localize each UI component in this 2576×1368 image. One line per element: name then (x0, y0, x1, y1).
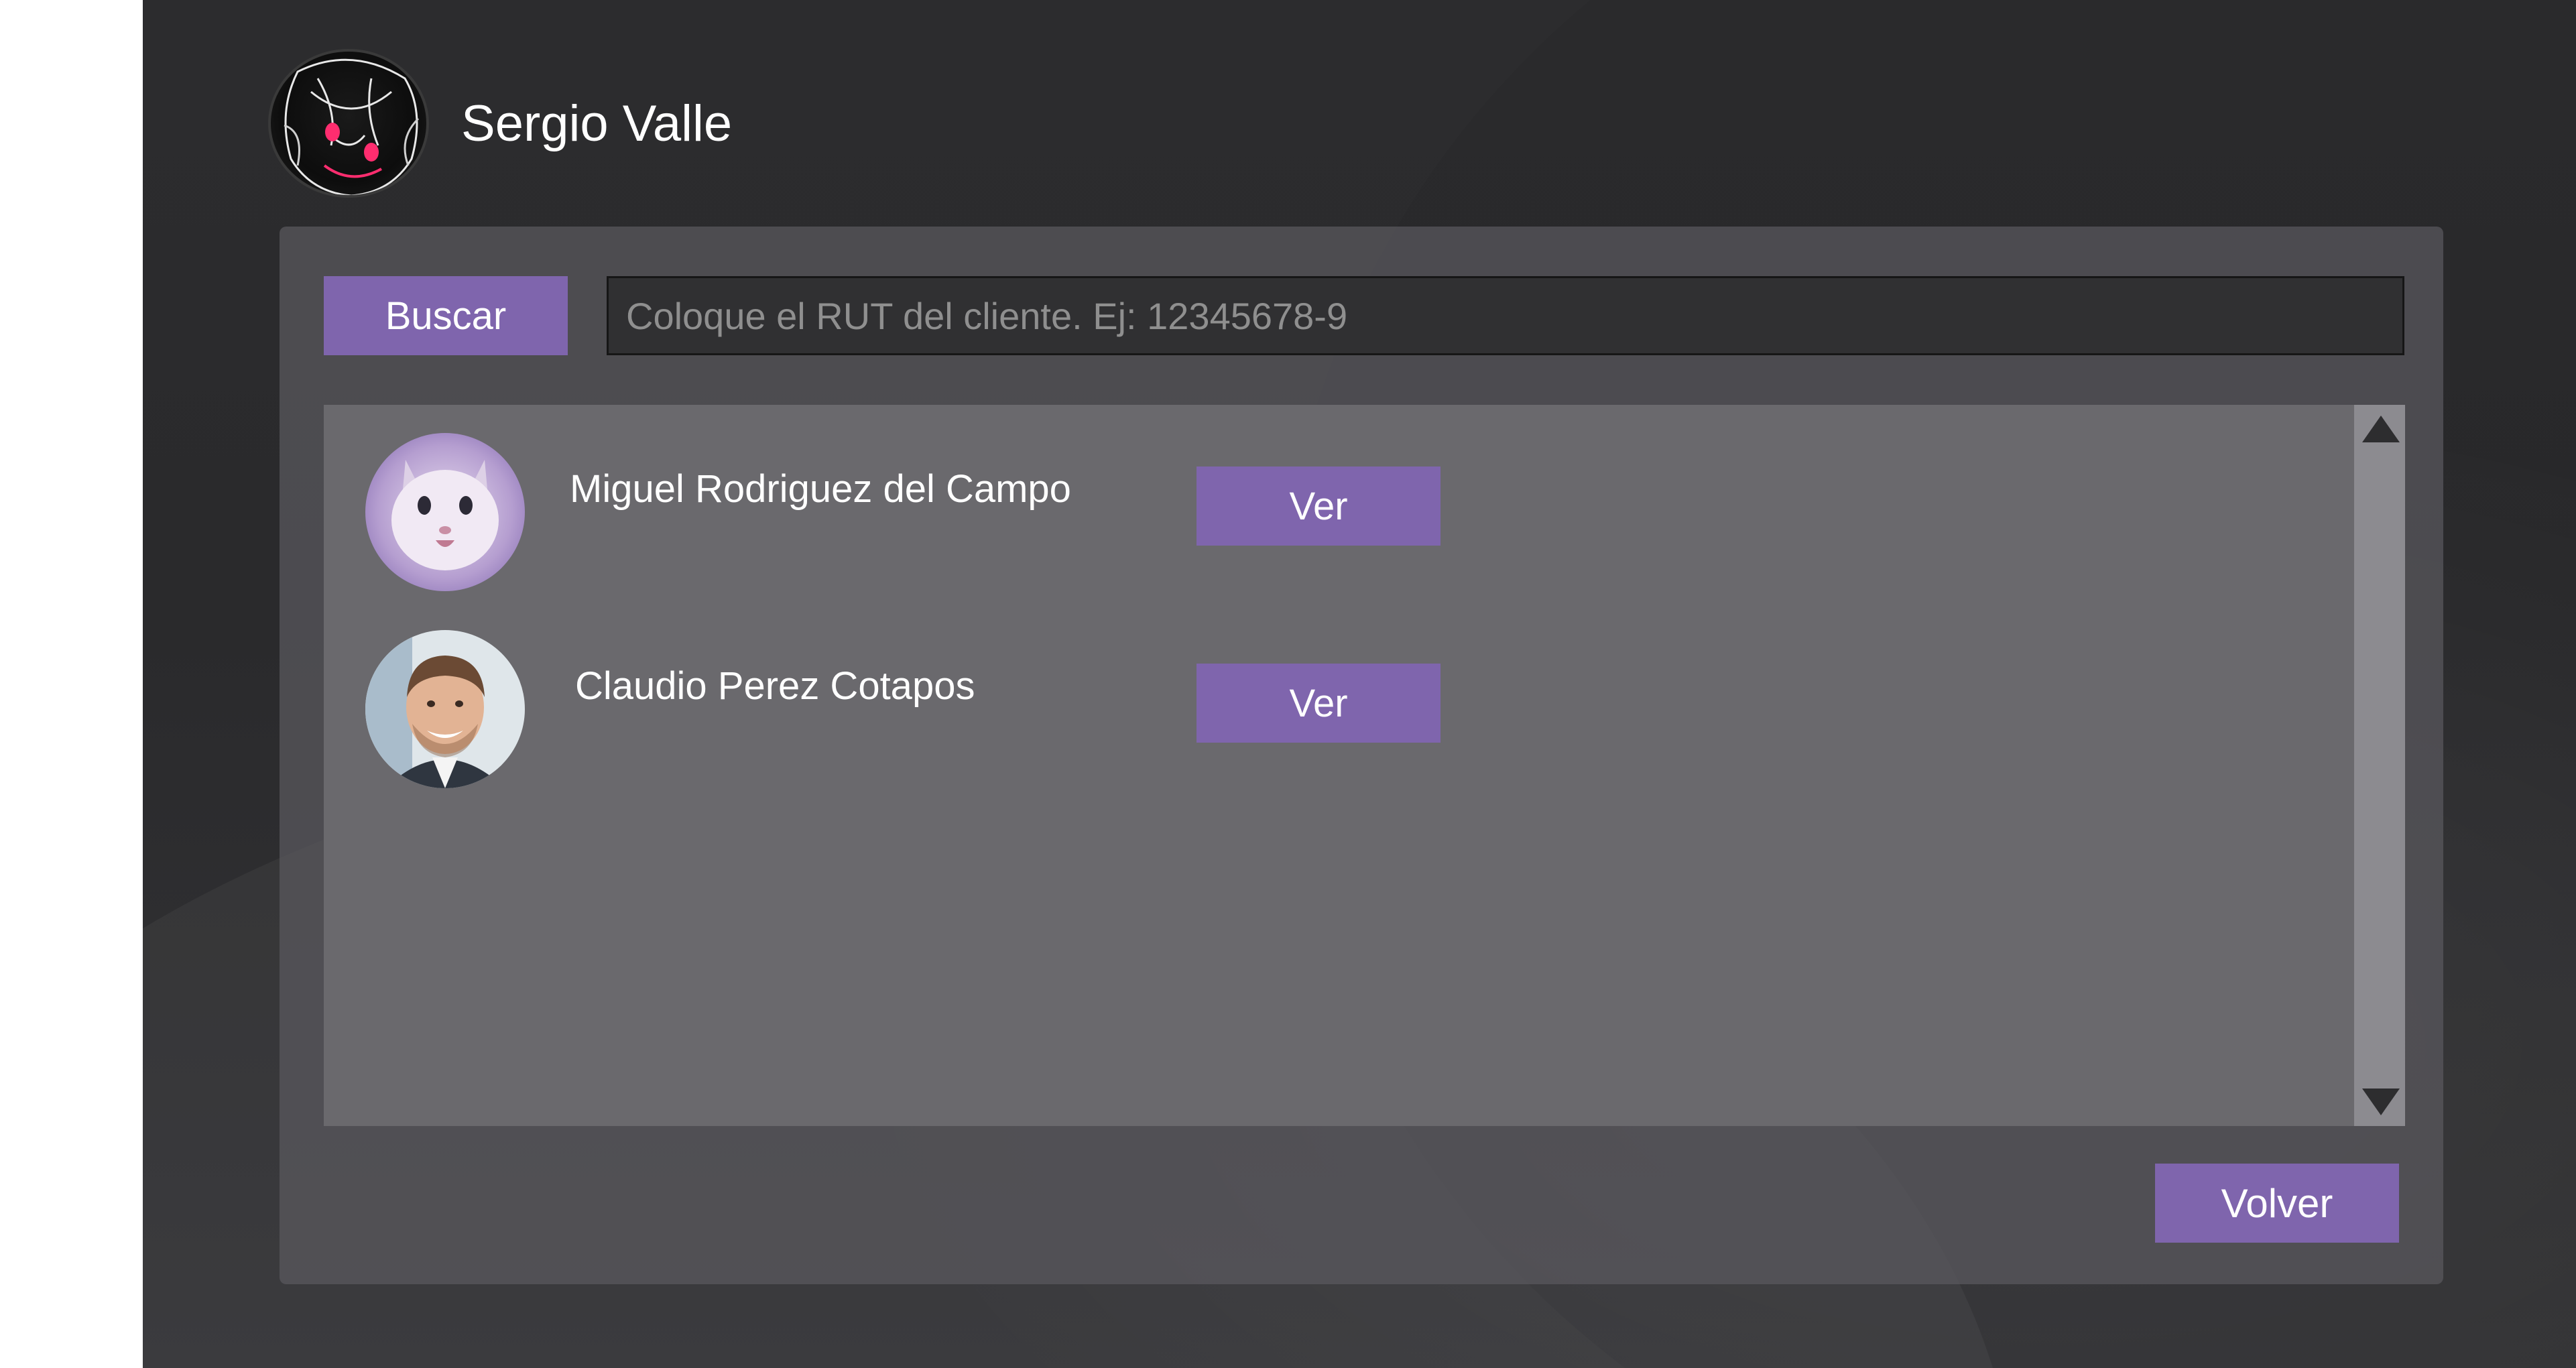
client-list: Miguel Rodriguez del Campo Ver Claudio P… (324, 405, 2405, 1126)
anime-avatar-icon (284, 58, 420, 195)
user-header: Sergio Valle (268, 49, 732, 198)
man-photo-icon (365, 630, 525, 788)
client-avatar (365, 433, 525, 591)
scrollbar[interactable] (2354, 405, 2405, 1126)
client-search-panel: Buscar Coloque el RUT del cliente. Ej: 1… (280, 227, 2443, 1284)
scroll-up-icon[interactable] (2362, 416, 2400, 442)
app-frame: Sergio Valle Buscar Coloque el RUT del c… (143, 0, 2576, 1368)
back-button[interactable]: Volver (2155, 1164, 2399, 1243)
view-client-button[interactable]: Ver (1197, 467, 1440, 546)
user-name: Sergio Valle (461, 95, 733, 152)
client-name: Miguel Rodriguez del Campo (570, 467, 1071, 511)
rut-search-input[interactable]: Coloque el RUT del cliente. Ej: 12345678… (607, 276, 2404, 355)
scroll-down-icon[interactable] (2362, 1089, 2400, 1115)
view-client-button[interactable]: Ver (1197, 664, 1440, 743)
client-avatar (365, 630, 525, 788)
cat-photo-icon (365, 433, 525, 591)
list-item: Claudio Perez Cotapos Ver (324, 630, 2405, 791)
client-name: Claudio Perez Cotapos (575, 664, 975, 708)
user-avatar (268, 49, 429, 198)
search-button[interactable]: Buscar (324, 276, 568, 355)
list-item: Miguel Rodriguez del Campo Ver (324, 433, 2405, 594)
